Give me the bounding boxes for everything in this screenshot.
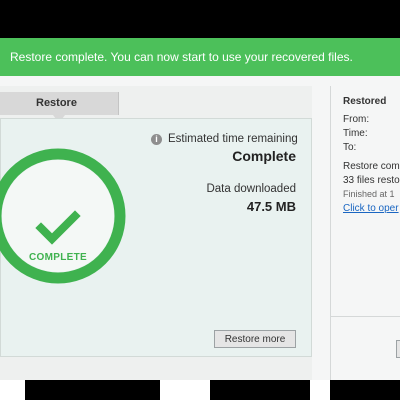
data-downloaded-label: Data downloaded: [206, 183, 296, 195]
data-downloaded-value: 47.5 MB: [246, 199, 296, 214]
details-files-line: 33 files resto: [343, 175, 400, 186]
bottom-fragment-left: [0, 380, 25, 400]
eta-value: Complete: [232, 148, 296, 164]
details-button[interactable]: [396, 340, 400, 358]
details-from-label: From:: [343, 114, 370, 125]
details-title: Restored: [343, 96, 387, 107]
complete-status-label: COMPLETE: [29, 252, 87, 263]
panel-divider: [330, 86, 331, 380]
details-to-label: To:: [343, 142, 357, 153]
restore-more-button[interactable]: Restore more: [214, 330, 296, 348]
banner-message: Restore complete. You can now start to u…: [10, 50, 353, 64]
info-icon: i: [151, 134, 162, 145]
tab-restore-label: Restore: [36, 97, 77, 109]
bottom-fragment-right: [310, 380, 330, 400]
restore-complete-banner: Restore complete. You can now start to u…: [0, 38, 400, 76]
bottom-fragment-middle: [160, 380, 210, 400]
details-separator: [331, 316, 400, 317]
open-files-link[interactable]: Click to oper: [343, 203, 399, 214]
details-time-label: Time:: [343, 128, 368, 139]
progress-ring: [0, 148, 126, 284]
eta-label: Estimated time remaining: [168, 133, 298, 145]
details-status-line: Restore com: [343, 161, 400, 172]
top-black-bar: [0, 0, 400, 38]
details-finished-line: Finished at 1: [343, 189, 395, 199]
